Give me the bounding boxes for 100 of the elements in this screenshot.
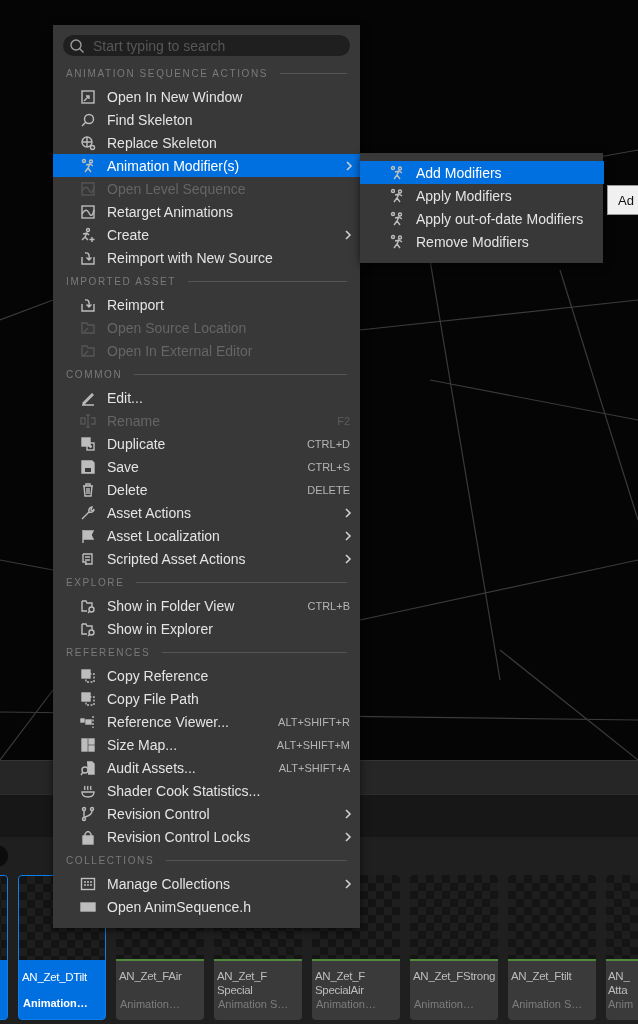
- menu-item[interactable]: Audit Assets... ALT+SHIFT+A: [53, 756, 360, 779]
- shortcut-label: CTRL+D: [306, 437, 350, 450]
- chevron-right-icon: [344, 506, 352, 519]
- menu-item[interactable]: Reference Viewer... ALT+SHIFT+R: [53, 710, 360, 733]
- menu-item[interactable]: Asset Actions: [53, 501, 360, 524]
- chevron-right-icon: [344, 807, 352, 820]
- menu-item[interactable]: Edit...: [53, 386, 360, 409]
- asset-name: AN_ Atta: [607, 969, 631, 997]
- asset-type: Animation…: [22, 997, 89, 1009]
- menu-item[interactable]: Shader Cook Statistics...: [53, 779, 360, 802]
- search-icon: [69, 38, 85, 54]
- running-figure-icon: [389, 187, 405, 204]
- running-figure-plus-icon: [80, 226, 96, 243]
- menu-item[interactable]: Revision Control Locks: [53, 825, 360, 848]
- chevron-right-icon: [344, 830, 352, 843]
- menu-item[interactable]: Apply Modifiers: [360, 184, 603, 207]
- graph-icon: [80, 180, 96, 197]
- shortcut-label: CTRL+S: [307, 460, 350, 473]
- import-icon: [80, 249, 96, 266]
- menu-item[interactable]: Duplicate CTRL+D: [53, 432, 360, 455]
- folder-arrow-icon: [80, 342, 96, 359]
- section-heading: IMPORTED ASSET: [66, 275, 176, 287]
- document-search-icon: [80, 759, 96, 776]
- asset-name: AN_Zet_FAir: [118, 969, 183, 983]
- asset-type: Animation S…: [511, 998, 584, 1010]
- asset-tile[interactable]: AN_Zet_Ftilt Animation S…: [508, 875, 596, 1020]
- menu-item[interactable]: Asset Localization: [53, 524, 360, 547]
- menu-item[interactable]: Remove Modifiers: [360, 230, 603, 253]
- section-heading: COMMON: [66, 368, 123, 380]
- copy-icon: [80, 690, 96, 707]
- running-figure-icon: [389, 210, 405, 227]
- asset-name: AN_Zet_Ftilt: [510, 969, 573, 983]
- menu-item[interactable]: Copy Reference: [53, 664, 360, 687]
- asset-type: Animation…: [315, 998, 377, 1010]
- section-heading: COLLECTIONS: [66, 854, 155, 866]
- asset-name: AN_Zet_FStrong: [412, 969, 497, 983]
- asset-type: Anim: [607, 998, 635, 1010]
- menu-item[interactable]: Add Modifiers: [360, 161, 604, 184]
- shortcut-label: CTRL+B: [307, 599, 350, 612]
- asset-name: AN_Zet_F SpecialAir: [314, 969, 366, 997]
- asset-type: Animation…: [119, 998, 181, 1010]
- block-chart-icon: [80, 736, 96, 753]
- menu-item[interactable]: Copy File Path: [53, 687, 360, 710]
- chevron-right-icon: [344, 529, 352, 542]
- flag-icon: [80, 527, 96, 544]
- copy-icon: [80, 667, 96, 684]
- menu-item[interactable]: Replace Skeleton: [53, 131, 360, 154]
- folder-search-icon: [80, 620, 96, 637]
- menu-item[interactable]: Animation Modifier(s): [53, 154, 361, 177]
- chevron-right-icon: [344, 877, 352, 890]
- folder-arrow-icon: [80, 319, 96, 336]
- menu-item[interactable]: Find Skeleton: [53, 108, 360, 131]
- graph-icon: [80, 203, 96, 220]
- node-graph-icon: [80, 713, 96, 730]
- section-heading: EXPLORE: [66, 576, 125, 588]
- menu-item[interactable]: Save CTRL+S: [53, 455, 360, 478]
- running-figure-icon: [389, 164, 405, 181]
- shortcut-label: DELETE: [307, 483, 350, 496]
- menu-item[interactable]: Apply out-of-date Modifiers: [360, 207, 603, 230]
- asset-tile[interactable]: AN_Zet_FStrong Animation…: [410, 875, 498, 1020]
- menu-item[interactable]: Retarget Animations: [53, 200, 360, 223]
- shortcut-label: ALT+SHIFT+M: [276, 738, 350, 751]
- lock-icon: [80, 828, 96, 845]
- folder-search-icon: [80, 597, 96, 614]
- menu-item[interactable]: Delete DELETE: [53, 478, 360, 501]
- section-heading: ANIMATION SEQUENCE ACTIONS: [66, 67, 268, 79]
- search-field[interactable]: Start typing to search: [63, 35, 350, 56]
- magnifier-icon: [80, 111, 96, 128]
- asset-type: Animation…: [413, 998, 475, 1010]
- running-figure-icon: [389, 233, 405, 250]
- asset-tile[interactable]: AN_ Atta Anim: [606, 875, 638, 1020]
- menu-item[interactable]: Show in Folder View CTRL+B: [53, 594, 360, 617]
- shortcut-label: ALT+SHIFT+A: [278, 761, 350, 774]
- menu-item[interactable]: Reimport with New Source: [53, 246, 360, 269]
- chevron-right-icon: [344, 552, 352, 565]
- trash-icon: [80, 481, 96, 498]
- chevron-right-icon: [345, 159, 353, 172]
- wrench-icon: [80, 504, 96, 521]
- section-heading: REFERENCES: [66, 646, 151, 658]
- asset-type: Animation S…: [217, 998, 290, 1010]
- asset-name: AN_Zet_F Special: [216, 969, 268, 997]
- asset-name: AN_Zet_DTilt: [21, 970, 88, 984]
- grid-icon: [80, 875, 96, 892]
- globe-gear-icon: [80, 134, 96, 151]
- scroll-icon: [80, 550, 96, 567]
- menu-item[interactable]: Show in Explorer: [53, 617, 360, 640]
- import-icon: [80, 296, 96, 313]
- text-cursor-icon: [80, 412, 96, 429]
- shortcut-label: ALT+SHIFT+R: [278, 715, 350, 728]
- menu-item[interactable]: Scripted Asset Actions: [53, 547, 360, 570]
- window-icon: [80, 88, 96, 105]
- tooltip: Ad: [607, 185, 638, 215]
- menu-item[interactable]: Open In New Window: [53, 85, 360, 108]
- running-figure-icon: [80, 157, 96, 174]
- duplicate-icon: [80, 435, 96, 452]
- chevron-right-icon: [344, 228, 352, 241]
- menu-item[interactable]: Reimport: [53, 293, 360, 316]
- menu-item[interactable]: Create: [53, 223, 360, 246]
- branch-icon: [80, 805, 96, 822]
- menu-item[interactable]: Size Map... ALT+SHIFT+M: [53, 733, 360, 756]
